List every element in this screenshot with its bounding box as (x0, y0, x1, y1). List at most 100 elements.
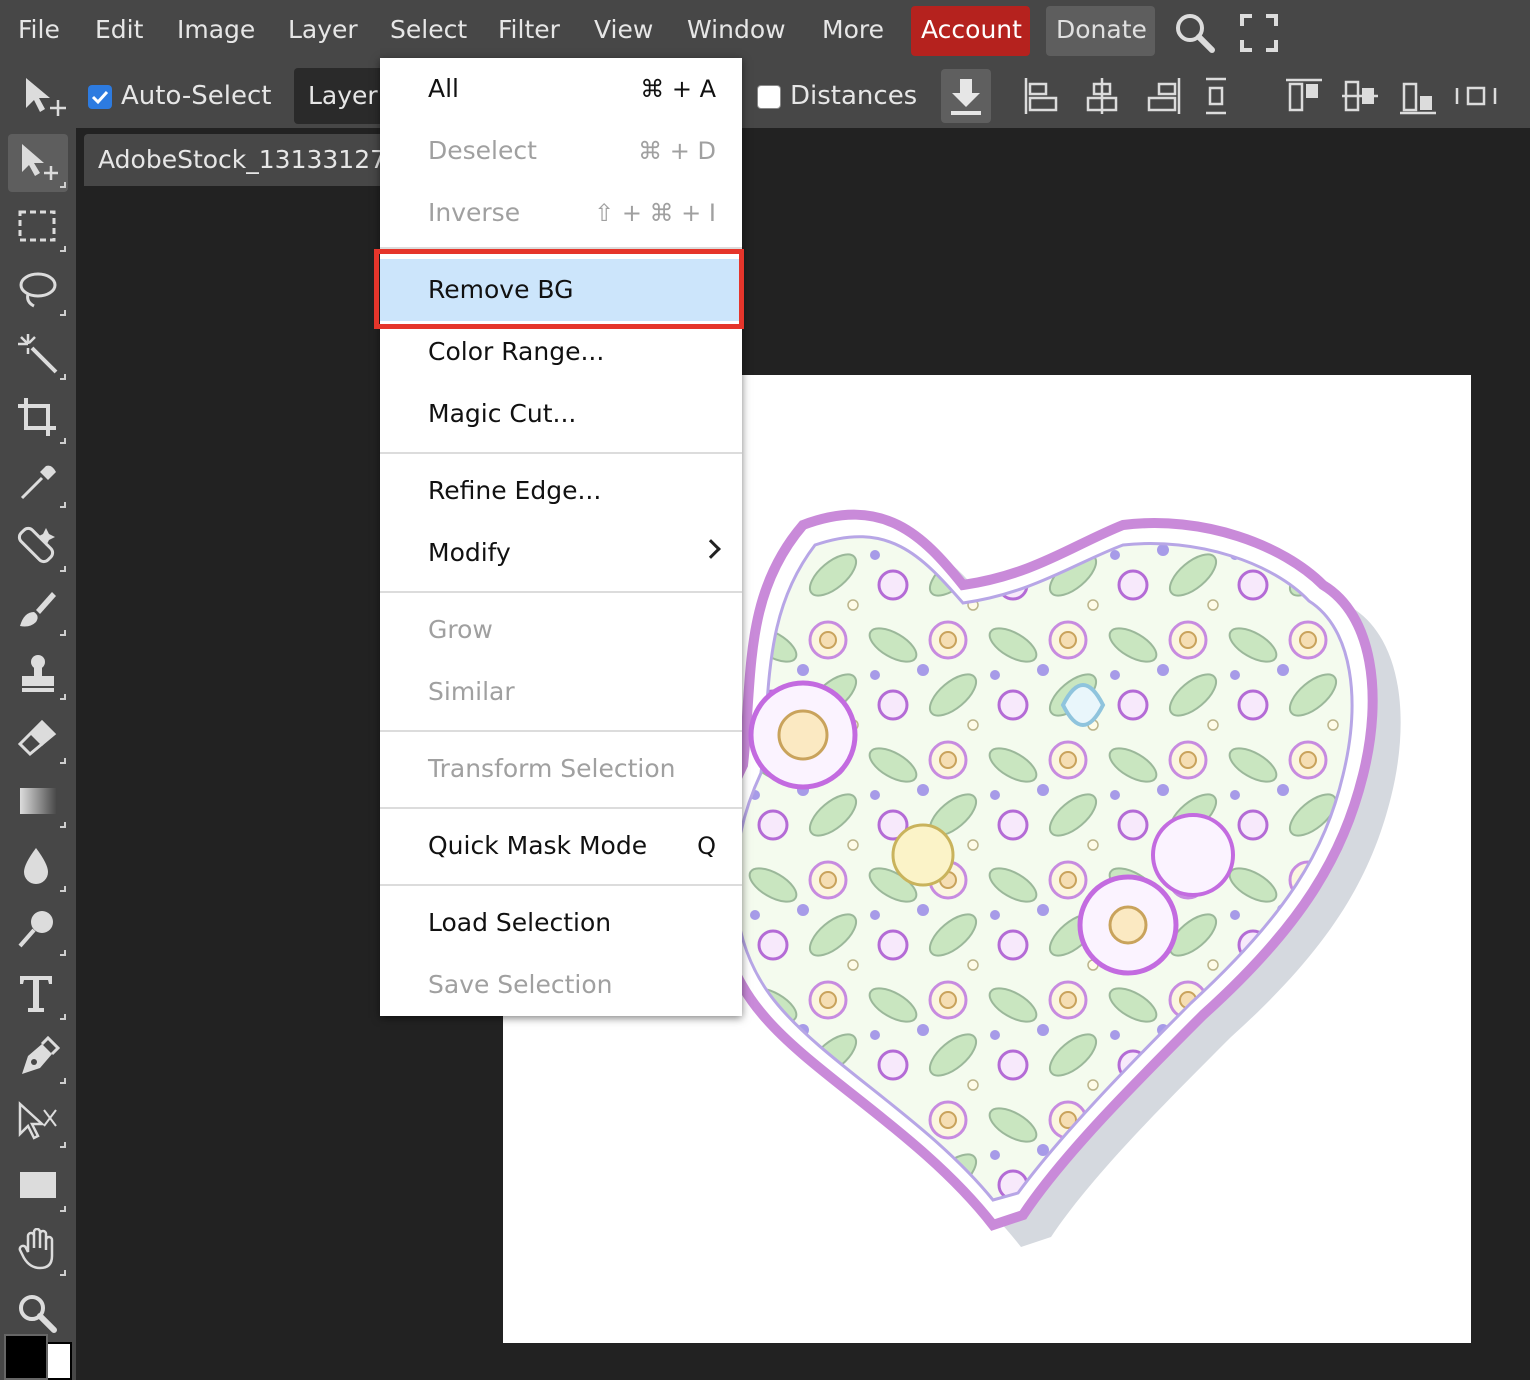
select-dropdown-menu: All ⌘ + A Deselect ⌘ + D Inverse ⇧ + ⌘ +… (380, 58, 742, 1016)
eraser-icon (17, 719, 57, 757)
healing-tool[interactable] (8, 518, 68, 576)
path-select-icon (18, 1101, 57, 1140)
search-icon[interactable] (1172, 10, 1218, 56)
menu-item-label: Magic Cut... (428, 399, 577, 428)
options-bar: Auto-Select Layer Distances (0, 64, 1530, 128)
blur-tool[interactable] (8, 838, 68, 896)
pen-tool[interactable] (8, 1030, 68, 1088)
move-tool-icon (26, 78, 66, 116)
menu-divider (380, 730, 742, 732)
eyedropper-icon (20, 465, 56, 500)
align-left-icon[interactable] (1022, 76, 1062, 116)
lasso-tool[interactable] (8, 262, 68, 320)
shortcut-label: ⌘ + A (640, 75, 716, 103)
menu-item-label: Quick Mask Mode (428, 831, 648, 860)
account-button[interactable]: Account (911, 6, 1030, 56)
menu-item-all[interactable]: All ⌘ + A (380, 58, 742, 120)
marquee-icon (18, 210, 56, 242)
align-right-icon[interactable] (1143, 76, 1183, 116)
menu-item-label: Refine Edge... (428, 476, 602, 505)
crop-icon (18, 398, 56, 436)
menu-item-quick-mask-mode[interactable]: Quick Mask Mode Q (380, 815, 742, 877)
menu-select[interactable]: Select (390, 12, 467, 48)
brush-tool[interactable] (8, 582, 68, 640)
stamp-tool[interactable] (8, 646, 68, 704)
menu-item-modify[interactable]: Modify (380, 522, 742, 584)
tools-panel (0, 128, 76, 1380)
magic-wand-icon (18, 334, 58, 374)
align-bottom-icon[interactable] (1398, 76, 1438, 116)
droplet-icon (24, 848, 48, 884)
hand-tool[interactable] (8, 1222, 68, 1280)
menu-item-label: Transform Selection (428, 754, 676, 783)
magic-wand-tool[interactable] (8, 326, 68, 384)
move-tool[interactable] (8, 134, 68, 192)
path-select-tool[interactable] (8, 1094, 68, 1152)
auto-select-label: Auto-Select (121, 81, 272, 111)
gradient-tool[interactable] (8, 774, 68, 832)
menu-item-transform-selection[interactable]: Transform Selection (380, 738, 742, 800)
type-icon (20, 976, 52, 1012)
align-middle-icon[interactable] (1340, 76, 1380, 116)
type-tool[interactable] (8, 966, 68, 1024)
menu-item-grow[interactable]: Grow (380, 599, 742, 661)
menu-item-label: All (428, 74, 459, 103)
menu-item-label: Load Selection (428, 908, 612, 937)
zoom-icon (19, 1295, 57, 1333)
dodge-tool[interactable] (8, 902, 68, 960)
menu-item-label: Grow (428, 615, 493, 644)
donate-button[interactable]: Donate (1046, 6, 1155, 56)
marquee-tool[interactable] (8, 198, 68, 256)
menu-divider (380, 591, 742, 593)
gradient-icon (20, 788, 56, 814)
download-icon (951, 79, 981, 115)
layer-group-select[interactable]: Layer (294, 68, 394, 124)
distribute-horizontal-icon[interactable] (1454, 76, 1498, 116)
menu-item-label: Deselect (428, 136, 537, 165)
eyedropper-tool[interactable] (8, 454, 68, 512)
bandage-icon (17, 526, 55, 564)
menu-layer[interactable]: Layer (288, 12, 358, 48)
document-tab[interactable]: AdobeStock_13133127 (84, 134, 394, 186)
menu-item-load-selection[interactable]: Load Selection (380, 892, 742, 954)
download-button[interactable] (941, 69, 991, 123)
shortcut-label: Q (697, 832, 716, 860)
checkmark-icon (91, 90, 109, 105)
align-top-icon[interactable] (1284, 76, 1324, 116)
menu-window[interactable]: Window (687, 12, 786, 48)
menu-filter[interactable]: Filter (498, 12, 560, 48)
auto-select-checkbox[interactable] (88, 85, 112, 109)
menu-item-label: Modify (428, 538, 511, 567)
foreground-color-swatch[interactable] (4, 1334, 48, 1380)
crop-tool[interactable] (8, 390, 68, 448)
menu-view[interactable]: View (594, 12, 653, 48)
menu-file[interactable]: File (18, 12, 60, 48)
menu-image[interactable]: Image (177, 12, 255, 48)
menu-item-inverse[interactable]: Inverse ⇧ + ⌘ + I (380, 182, 742, 244)
remove-bg-highlight-frame (374, 249, 744, 329)
fullscreen-icon[interactable] (1238, 12, 1280, 54)
menu-item-deselect[interactable]: Deselect ⌘ + D (380, 120, 742, 182)
shortcut-label: ⌘ + D (638, 137, 716, 165)
align-center-icon[interactable] (1082, 76, 1122, 116)
menu-edit[interactable]: Edit (95, 12, 143, 48)
shape-tool[interactable] (8, 1158, 68, 1216)
menu-item-refine-edge[interactable]: Refine Edge... (380, 460, 742, 522)
menu-item-magic-cut[interactable]: Magic Cut... (380, 383, 742, 445)
distances-label: Distances (790, 81, 918, 111)
lasso-icon (19, 272, 57, 308)
rectangle-icon (20, 1172, 56, 1198)
menu-bar: File Edit Image Layer Select Filter View… (0, 0, 1530, 64)
menu-item-save-selection[interactable]: Save Selection (380, 954, 742, 1016)
menu-item-similar[interactable]: Similar (380, 661, 742, 723)
menu-more[interactable]: More (822, 12, 884, 48)
color-swatches[interactable] (4, 1334, 74, 1380)
distribute-vertical-icon[interactable] (1198, 76, 1234, 116)
hand-icon (18, 1228, 54, 1270)
shortcut-label: ⇧ + ⌘ + I (594, 199, 716, 227)
menu-item-color-range[interactable]: Color Range... (380, 321, 742, 383)
distances-checkbox[interactable] (757, 85, 781, 109)
eraser-tool[interactable] (8, 710, 68, 768)
menu-divider (380, 884, 742, 886)
menu-item-label: Inverse (428, 198, 521, 227)
